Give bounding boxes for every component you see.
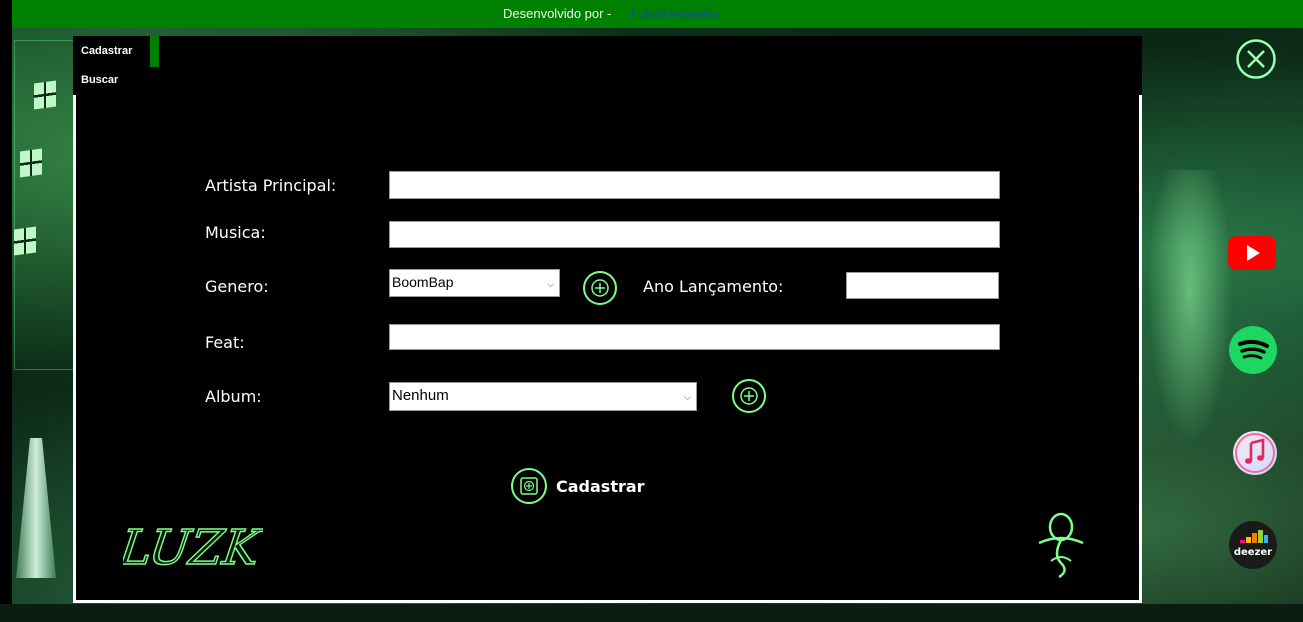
genero-label: Genero:: [205, 277, 269, 296]
cadastrar-button[interactable]: Cadastrar: [510, 467, 650, 505]
deezer-label: deezer: [1234, 547, 1272, 558]
background-window: [20, 148, 42, 178]
author-link[interactable]: Lucas Fonseca: [631, 6, 719, 21]
spotify-icon[interactable]: [1229, 326, 1277, 374]
artista-label: Artista Principal:: [205, 176, 337, 195]
add-genre-button[interactable]: [582, 270, 618, 306]
tab-cadastrar[interactable]: Cadastrar: [73, 36, 159, 65]
save-icon: [511, 468, 547, 504]
background-window: [34, 80, 56, 110]
background-bottom-strip: [0, 604, 1303, 622]
logo-text: LUZK: [123, 520, 263, 574]
luzk-logo: LUZK: [123, 519, 263, 574]
deezer-icon[interactable]: deezer: [1229, 521, 1277, 569]
itunes-icon[interactable]: [1232, 430, 1278, 476]
feat-input[interactable]: [389, 324, 1000, 350]
artista-input[interactable]: [389, 171, 1000, 199]
background-edge: [0, 0, 12, 622]
ano-label: Ano Lançamento:: [643, 277, 784, 296]
window-border-right: [1139, 95, 1142, 603]
active-tab-indicator: [150, 36, 159, 67]
tab-buscar[interactable]: Buscar: [73, 65, 159, 94]
cadastrar-button-label: Cadastrar: [556, 477, 645, 496]
background-window: [14, 226, 36, 256]
close-button[interactable]: [1235, 38, 1277, 80]
album-selected-value: Nenhum: [392, 387, 449, 404]
musica-input[interactable]: [389, 221, 1000, 248]
album-label: Album:: [205, 387, 262, 406]
window-border-bottom: [73, 600, 1142, 603]
add-album-button[interactable]: [731, 378, 767, 414]
background-statue: [1140, 170, 1240, 470]
genero-select[interactable]: BoomBap ⌵: [389, 269, 560, 297]
ano-input[interactable]: [846, 272, 999, 299]
chevron-down-icon: ⌵: [547, 279, 554, 289]
ankh-logo-icon: [1038, 512, 1084, 579]
genero-selected-value: BoomBap: [392, 274, 454, 290]
window-border-left: [73, 95, 76, 603]
album-select[interactable]: Nenhum ⌵: [389, 382, 697, 411]
feat-label: Feat:: [205, 333, 245, 352]
musica-label: Musica:: [205, 223, 266, 242]
youtube-icon[interactable]: [1228, 236, 1276, 272]
credit-text: Desenvolvido por -: [503, 6, 612, 21]
chevron-down-icon: ⌵: [684, 392, 691, 402]
register-window: Cadastrar Buscar Artista Principal: Musi…: [73, 36, 1142, 603]
